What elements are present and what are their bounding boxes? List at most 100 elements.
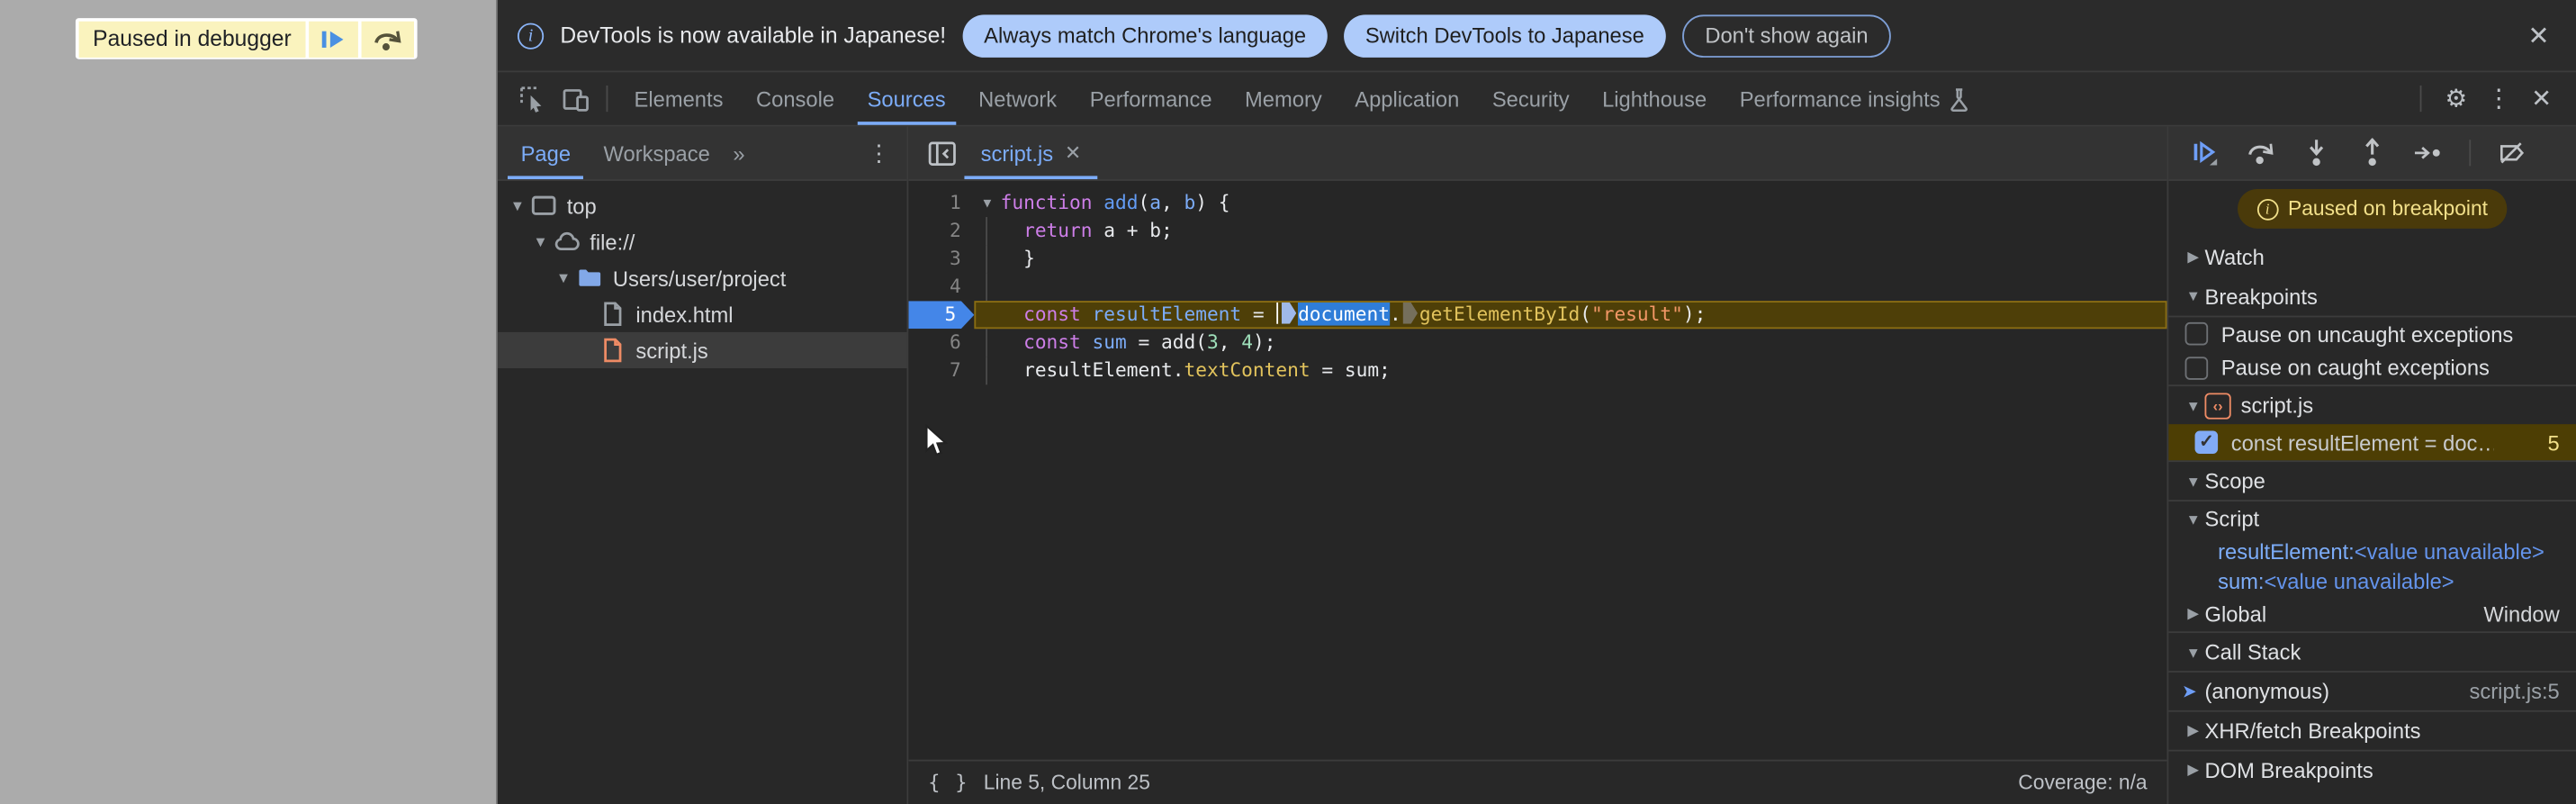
code-token: getElementById	[1419, 303, 1581, 326]
code-token: =	[1241, 303, 1276, 326]
collapsed-triangle-icon[interactable]: ▶	[2182, 722, 2205, 740]
tree-row-script-js[interactable]: script.js	[498, 331, 907, 369]
editor-tab-script-js[interactable]: script.js ✕	[964, 127, 1098, 180]
code-text[interactable]: function add(a, b) {	[1001, 189, 1230, 217]
tab-memory[interactable]: Memory	[1229, 72, 1338, 124]
fold-guide	[974, 329, 1000, 357]
overlay-resume-button[interactable]	[309, 20, 359, 58]
expanded-triangle-icon[interactable]: ▼	[2182, 644, 2205, 660]
collapsed-triangle-icon[interactable]: ▶	[2182, 762, 2205, 780]
tab-performance[interactable]: Performance	[1073, 72, 1228, 124]
collapsed-triangle-icon[interactable]: ▶	[2182, 248, 2205, 266]
tree-row-folder[interactable]: ▼ Users/user/project	[498, 260, 906, 296]
step-out-icon[interactable]	[2357, 138, 2387, 167]
expanded-triangle-icon[interactable]: ▼	[2182, 288, 2205, 304]
tree-row-top[interactable]: ▼ top	[498, 187, 906, 223]
devtools-close-icon[interactable]: ✕	[2524, 84, 2560, 113]
tree-row-file-scheme[interactable]: ▼ file://	[498, 223, 906, 259]
scope-script-group[interactable]: ▼ Script	[2168, 500, 2576, 536]
editor-tab-close-icon[interactable]: ✕	[1065, 141, 1081, 165]
section-breakpoints[interactable]: ▼ Breakpoints	[2168, 276, 2576, 316]
section-dom-breakpoints[interactable]: ▶ DOM Breakpoints	[2168, 749, 2576, 790]
breakpoint-line-badge[interactable]: 5	[908, 301, 975, 330]
code-token: resultElement	[1092, 303, 1242, 326]
devtools-screenshot: Paused in debugger i DevTools is now ava…	[0, 0, 2576, 804]
cursor-position: Line 5, Column 25	[983, 771, 1150, 795]
deactivate-breakpoints-icon[interactable]	[2497, 138, 2526, 167]
code-text[interactable]: return a + b;	[1001, 217, 1173, 245]
uncaught-exceptions-checkbox[interactable]	[2184, 321, 2209, 346]
infobar-close-icon[interactable]: ✕	[2527, 19, 2549, 52]
tab-security[interactable]: Security	[1476, 72, 1586, 124]
section-scope[interactable]: ▼ Scope	[2168, 460, 2576, 500]
line-number[interactable]: 6	[908, 329, 974, 357]
line-number[interactable]: 2	[908, 217, 974, 245]
tab-page[interactable]: Page	[504, 127, 587, 180]
more-options-icon[interactable]: ⋮	[2481, 84, 2517, 113]
expanded-triangle-icon[interactable]: ▼	[2182, 510, 2205, 527]
code-text[interactable]: resultElement.textContent = sum;	[1001, 357, 1391, 384]
breakpoint-entry[interactable]: const resultElement = doc… 5	[2168, 424, 2576, 461]
tab-network[interactable]: Network	[962, 72, 1074, 124]
tab-sources[interactable]: Sources	[851, 72, 962, 125]
tab-console[interactable]: Console	[740, 72, 851, 124]
switch-to-japanese-button[interactable]: Switch DevTools to Japanese	[1344, 14, 1666, 58]
breakpoint-file-group[interactable]: ▼ ‹› script.js	[2168, 384, 2576, 424]
tab-workspace[interactable]: Workspace	[587, 127, 726, 179]
tab-performance-insights[interactable]: Performance insights	[1723, 72, 1986, 124]
continue-to-marker-gray[interactable]	[1402, 303, 1418, 324]
more-tabs-chevron-icon[interactable]: »	[726, 127, 748, 179]
code-line: 2 return a + b;	[908, 217, 2166, 246]
call-stack-frame[interactable]: ➤ (anonymous) script.js:5	[2168, 671, 2576, 710]
section-watch[interactable]: ▶ Watch	[2168, 237, 2576, 276]
resume-script-icon[interactable]	[2190, 138, 2220, 167]
dont-show-again-button[interactable]: Don't show again	[1681, 14, 1892, 58]
expanded-triangle-icon[interactable]: ▼	[2182, 473, 2205, 489]
continue-to-marker-blue[interactable]	[1281, 303, 1297, 324]
expand-triangle-icon[interactable]: ▼	[554, 269, 573, 285]
expand-triangle-icon[interactable]: ▼	[508, 197, 527, 213]
breakpoint-checkbox[interactable]	[2194, 430, 2219, 455]
scope-var-sum[interactable]: sum: <value unavailable>	[2168, 565, 2576, 595]
pretty-print-icon[interactable]: { }	[928, 771, 968, 794]
section-xhr-breakpoints[interactable]: ▶ XHR/fetch Breakpoints	[2168, 709, 2576, 750]
line-number[interactable]: 1	[908, 189, 974, 217]
inspect-element-icon[interactable]	[511, 72, 554, 124]
code-text[interactable]: const sum = add(3, 4);	[1001, 329, 1275, 357]
overlay-step-button[interactable]	[362, 20, 415, 58]
step-over-icon[interactable]	[2246, 138, 2275, 167]
code-line: 7 resultElement.textContent = sum;	[908, 357, 2166, 385]
expanded-triangle-icon[interactable]: ▼	[2182, 397, 2205, 413]
toggle-navigator-icon[interactable]	[918, 127, 964, 179]
tree-row-index-html[interactable]: index.html	[498, 296, 906, 332]
line-number[interactable]: 4	[908, 273, 974, 301]
pause-caught-row[interactable]: Pause on caught exceptions	[2168, 350, 2576, 384]
line-number[interactable]: 7	[908, 357, 974, 384]
code-text[interactable]: }	[1001, 245, 1035, 273]
device-toolbar-icon[interactable]	[554, 72, 596, 124]
code-text[interactable]: const resultElement = document. getElemen…	[1001, 301, 1706, 329]
navigator-menu-icon[interactable]: ⋮	[851, 127, 906, 179]
step-icon[interactable]	[2413, 138, 2443, 167]
sources-panel: Page Workspace » ⋮ ▼ top ▼ file:// ▼ Use…	[498, 126, 2576, 804]
resume-icon	[321, 27, 347, 50]
tab-lighthouse[interactable]: Lighthouse	[1586, 72, 1724, 124]
expand-triangle-icon[interactable]: ▼	[531, 233, 551, 249]
section-call-stack[interactable]: ▼ Call Stack	[2168, 631, 2576, 671]
pause-uncaught-row[interactable]: Pause on uncaught exceptions	[2168, 315, 2576, 350]
step-into-icon[interactable]	[2301, 138, 2331, 167]
always-match-language-button[interactable]: Always match Chrome's language	[962, 14, 1328, 58]
line-number[interactable]: 3	[908, 245, 974, 273]
fold-arrow-icon[interactable]: ▼	[974, 189, 1000, 217]
scope-global-group[interactable]: ▶ Global Window	[2168, 595, 2576, 631]
tab-application[interactable]: Application	[1338, 72, 1476, 124]
collapsed-triangle-icon[interactable]: ▶	[2182, 604, 2205, 622]
caught-exceptions-checkbox[interactable]	[2184, 356, 2209, 379]
code-token: 3	[1206, 330, 1219, 354]
paused-banner-label: Paused on breakpoint	[2288, 197, 2489, 221]
settings-gear-icon[interactable]: ⚙	[2438, 84, 2474, 113]
tab-elements[interactable]: Elements	[617, 72, 739, 124]
script-document-icon	[599, 337, 626, 363]
scope-var-resultelement[interactable]: resultElement: <value unavailable>	[2168, 536, 2576, 565]
main-tabbar: Elements Console Sources Network Perform…	[498, 72, 2576, 127]
